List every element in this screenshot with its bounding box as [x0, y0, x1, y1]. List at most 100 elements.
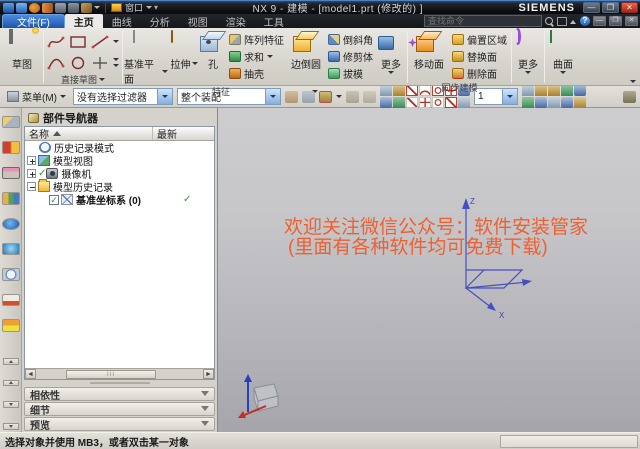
scrollbar-thumb[interactable]: III — [66, 370, 156, 379]
search-icon[interactable] — [545, 17, 554, 26]
graphics-viewport[interactable]: Z X 欢迎关注微信公众号：软件安装管家 (里面有各种软件均可免费下载) — [218, 108, 640, 432]
wireframe-mode-icon[interactable] — [548, 97, 560, 108]
resource-pin-icon[interactable] — [3, 380, 19, 387]
tab-home[interactable]: 主页 — [65, 14, 103, 28]
perspective-icon[interactable] — [574, 97, 586, 108]
history-icon[interactable] — [2, 268, 20, 280]
resource-scroll-up-icon[interactable] — [3, 358, 19, 365]
tree-empty-area[interactable] — [25, 206, 214, 368]
part-navigator-icon[interactable] — [2, 167, 20, 179]
mdi-minimize-button[interactable]: — — [593, 16, 606, 26]
shell-button[interactable]: 抽壳 — [226, 65, 287, 82]
help-icon[interactable]: ? — [580, 16, 590, 26]
zoom-icon[interactable] — [561, 97, 573, 108]
unite-button[interactable]: 求和 — [226, 48, 287, 65]
section-details[interactable]: 细节 — [24, 402, 215, 416]
highlight-icon[interactable] — [285, 91, 298, 103]
expand-icon[interactable] — [27, 169, 36, 178]
save-icon[interactable] — [3, 3, 14, 13]
undo-icon[interactable] — [29, 3, 40, 13]
hd3d-tool-icon[interactable] — [2, 218, 20, 230]
scroll-right-icon[interactable]: ► — [203, 369, 214, 379]
tree-row-datum-csys[interactable]: ✓ 基准坐标系 (0) ✓ — [25, 193, 214, 206]
collapse-icon[interactable] — [27, 182, 36, 191]
point-button[interactable] — [90, 54, 110, 72]
tab-curve[interactable]: 曲线 — [103, 14, 141, 28]
maximize-button[interactable]: ❐ — [602, 2, 619, 13]
draft-button[interactable]: 拔模 — [325, 65, 376, 82]
select-touching-icon[interactable] — [319, 91, 332, 103]
column-name[interactable]: 名称 — [25, 127, 153, 140]
web-browser-icon[interactable] — [2, 243, 20, 255]
minimize-ribbon-icon[interactable] — [570, 19, 577, 24]
ribbon-overflow-icon[interactable] — [630, 80, 636, 83]
hole-button[interactable]: 孔 — [200, 29, 226, 71]
datum-plane-button[interactable]: 基准平面 — [124, 29, 168, 86]
tree-row-cameras[interactable]: ✓ 摄像机 — [25, 167, 214, 180]
assembly-navigator-icon[interactable] — [2, 116, 20, 128]
move-face-button[interactable]: 移动面 — [409, 29, 449, 71]
more-surface-button[interactable]: 更多 — [513, 29, 543, 74]
scroll-left-icon[interactable]: ◄ — [25, 369, 36, 379]
inside-window-icon[interactable] — [302, 91, 315, 103]
trim-body-button[interactable]: 修剪体 — [325, 48, 376, 65]
panel-resize-grip[interactable] — [24, 380, 215, 386]
tab-render[interactable]: 渲染 — [217, 14, 255, 28]
paste-icon[interactable] — [81, 3, 92, 13]
direct-sketch-more-button[interactable] — [112, 33, 121, 51]
offset-region-button[interactable]: 偏置区域 — [449, 31, 510, 48]
roles-icon[interactable] — [2, 319, 20, 331]
snap-bounded-plane-icon[interactable] — [458, 97, 470, 108]
tab-tools[interactable]: 工具 — [255, 14, 293, 28]
orient-view-icon[interactable] — [535, 97, 547, 108]
section-preview[interactable]: 预览 — [24, 417, 215, 431]
save-as-icon[interactable] — [16, 3, 27, 13]
qat-dropdown-icon[interactable] — [94, 6, 100, 9]
edge-blend-button[interactable]: 边倒圆 — [287, 29, 325, 71]
clear-selection-icon[interactable] — [363, 91, 376, 103]
tree-row-model-views[interactable]: 模型视图 — [25, 154, 214, 167]
snap-midline-icon[interactable] — [406, 97, 418, 108]
minimize-button[interactable]: — — [583, 2, 600, 13]
prev-selection-icon[interactable] — [346, 91, 359, 103]
arc-button[interactable] — [46, 54, 66, 72]
snap-point-on-curve-icon[interactable] — [445, 97, 457, 108]
datum-csys[interactable]: Z X — [404, 192, 534, 337]
show-shortcuts-icon[interactable] — [623, 91, 636, 103]
expand-icon[interactable] — [27, 156, 36, 165]
column-latest[interactable]: 最新 — [153, 127, 214, 140]
pan-icon[interactable] — [561, 85, 573, 96]
window-menu-button[interactable]: 窗口 — [111, 1, 152, 14]
extrude-button[interactable]: 拉伸 — [168, 29, 200, 71]
tab-file[interactable]: 文件(F) — [2, 14, 65, 28]
snap-midpoint-icon[interactable] — [380, 97, 392, 108]
direct-sketch-expand-button[interactable] — [112, 54, 121, 72]
camera-icon[interactable] — [522, 85, 534, 96]
fit-view-icon[interactable] — [557, 17, 567, 26]
snap-intersection-icon[interactable] — [419, 97, 431, 108]
process-studio-icon[interactable] — [2, 294, 20, 306]
horizontal-scrollbar[interactable]: ◄ III ► — [25, 368, 214, 379]
command-search-input[interactable] — [424, 15, 542, 27]
tab-view[interactable]: 视图 — [179, 14, 217, 28]
checkbox-checked-icon[interactable]: ✓ — [49, 195, 59, 205]
resource-scroll-down-icon[interactable] — [3, 401, 19, 408]
shaded-mode-icon[interactable] — [548, 85, 560, 96]
group-label-synchronous[interactable]: 同步建模 — [409, 82, 510, 93]
more-feature-button[interactable]: 更多 — [376, 29, 406, 74]
surface-button[interactable]: 曲面 — [546, 29, 580, 74]
copy-icon[interactable] — [68, 3, 79, 13]
snap-quadrant-icon[interactable] — [432, 97, 444, 108]
close-button[interactable]: ✕ — [621, 2, 638, 13]
mdi-close-button[interactable]: ✕ — [625, 16, 638, 26]
fit-window-icon[interactable] — [535, 85, 547, 96]
cut-icon[interactable] — [55, 3, 66, 13]
rectangle-button[interactable] — [68, 33, 88, 51]
replace-face-button[interactable]: 替换面 — [449, 48, 510, 65]
circle-button[interactable] — [68, 54, 88, 72]
resource-unpin-icon[interactable] — [3, 423, 19, 430]
chamfer-button[interactable]: 倒斜角 — [325, 31, 376, 48]
constraint-navigator-icon[interactable] — [2, 141, 20, 153]
delete-face-button[interactable]: 删除面 — [449, 65, 510, 82]
section-dependencies[interactable]: 相依性 — [24, 387, 215, 401]
